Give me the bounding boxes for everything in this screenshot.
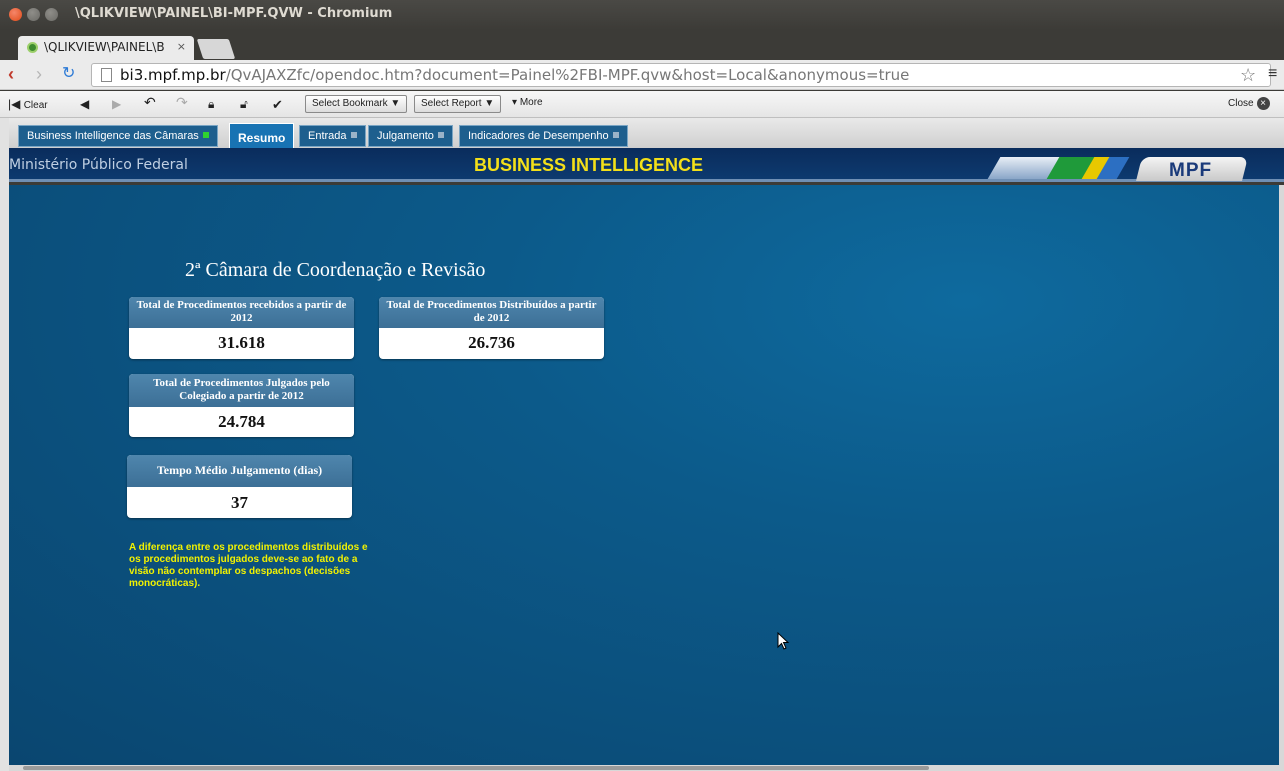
bookmark-star-icon[interactable]: ☆ xyxy=(1240,65,1256,86)
address-bar[interactable]: bi3.mpf.mp.br/QvAJAXZfc/opendoc.htm?docu… xyxy=(91,63,1271,87)
qlikview-toolbar: |◀ Clear ◀ ▶ ↶ ↷ 🔒︎ 🔓︎ ✔ Select Bookmark… xyxy=(0,91,1284,118)
kpi-value: 24.784 xyxy=(218,412,265,431)
browser-tab-title: \QLIKVIEW\PAINEL\B xyxy=(44,40,165,54)
sheet-tab-bar: Business Intelligence das Câmaras Resumo… xyxy=(9,118,1284,149)
favicon-icon xyxy=(27,42,38,53)
window-title: \QLIKVIEW\PAINEL\BI-MPF.QVW - Chromium xyxy=(75,6,393,21)
menu-icon[interactable]: ≡ xyxy=(1268,65,1277,83)
close-button[interactable]: Close × xyxy=(1228,97,1270,110)
left-margin xyxy=(0,118,9,771)
tab-entrada[interactable]: Entrada xyxy=(299,125,366,147)
kpi-label: Tempo Médio Julgamento (dias) xyxy=(127,455,352,487)
horizontal-scrollbar[interactable] xyxy=(9,765,1284,771)
more-button[interactable]: ▾ More xyxy=(512,97,543,108)
status-indicator-icon xyxy=(202,132,209,138)
browser-toolbar: ‹ › ↻ bi3.mpf.mp.br/QvAJAXZfc/opendoc.ht… xyxy=(0,60,1284,90)
more-label: More xyxy=(519,97,543,108)
kpi-value: 26.736 xyxy=(468,333,515,352)
browser-tab[interactable]: \QLIKVIEW\PAINEL\B × xyxy=(18,36,194,60)
kpi-julgados[interactable]: Total de Procedimentos Julgados pelo Col… xyxy=(129,374,354,437)
header-banner: Ministério Público Federal BUSINESS INTE… xyxy=(9,148,1284,182)
org-name: Ministério Público Federal xyxy=(9,157,188,173)
forward-selection-icon[interactable]: ▶ xyxy=(112,97,121,111)
more-chevron-icon: ▾ xyxy=(512,97,518,108)
select-bookmark-dropdown[interactable]: Select Bookmark ▼ xyxy=(305,95,408,113)
kpi-recebidos[interactable]: Total de Procedimentos recebidos a parti… xyxy=(129,297,354,359)
select-report-dropdown[interactable]: Select Report ▼ xyxy=(414,95,502,113)
select-bookmark-label: Select Bookmark xyxy=(312,98,388,109)
tab-label: Entrada xyxy=(308,130,347,142)
back-selection-icon[interactable]: ◀ xyxy=(80,97,89,111)
tab-close-icon[interactable]: × xyxy=(177,40,186,53)
page-icon xyxy=(101,68,112,82)
chevron-down-icon: ▼ xyxy=(484,98,495,109)
kpi-label: Total de Procedimentos Julgados pelo Col… xyxy=(129,374,354,407)
footnote-text: A diferença entre os procedimentos distr… xyxy=(129,542,368,589)
browser-tab-strip: \QLIKVIEW\PAINEL\B × xyxy=(0,30,1284,60)
check-icon[interactable]: ✔ xyxy=(272,97,283,113)
status-indicator-icon xyxy=(350,132,357,138)
section-heading: 2ª Câmara de Coordenação e Revisão xyxy=(185,259,486,281)
status-indicator-icon xyxy=(612,132,619,138)
undo-icon[interactable]: ↶ xyxy=(144,94,156,111)
page-title: BUSINESS INTELLIGENCE xyxy=(474,155,704,175)
tab-label: Julgamento xyxy=(377,130,434,142)
vertical-scrollbar[interactable] xyxy=(1279,185,1284,765)
tab-label: Business Intelligence das Câmaras xyxy=(27,130,199,142)
select-report-label: Select Report xyxy=(421,98,482,109)
close-label: Close xyxy=(1228,98,1254,109)
scrollbar-thumb[interactable] xyxy=(23,766,929,770)
tab-resumo[interactable]: Resumo xyxy=(229,123,295,149)
tab-business-intelligence[interactable]: Business Intelligence das Câmaras xyxy=(18,125,218,147)
mpf-logo: MPF xyxy=(1169,160,1213,181)
kpi-tempo-medio[interactable]: Tempo Médio Julgamento (dias) 37 xyxy=(127,455,352,518)
unlock-icon[interactable]: 🔓︎ xyxy=(240,97,248,112)
window-title-bar: \QLIKVIEW\PAINEL\BI-MPF.QVW - Chromium xyxy=(0,0,1284,30)
reload-icon[interactable]: ↻ xyxy=(62,65,75,83)
kpi-distribuidos[interactable]: Total de Procedimentos Distribuídos a pa… xyxy=(379,297,604,359)
clear-button[interactable]: |◀ Clear xyxy=(8,97,48,111)
chevron-down-icon: ▼ xyxy=(390,98,401,109)
forward-icon[interactable]: › xyxy=(36,65,42,83)
kpi-value: 37 xyxy=(231,493,248,512)
dashboard-sheet: 2ª Câmara de Coordenação e Revisão Total… xyxy=(9,185,1284,765)
window-minimize-button[interactable] xyxy=(27,8,40,21)
back-icon[interactable]: ‹ xyxy=(8,65,14,83)
clear-icon: |◀ xyxy=(8,97,21,111)
url-host: bi3.mpf.mp.br xyxy=(120,66,226,84)
clear-label: Clear xyxy=(23,100,48,111)
mouse-cursor-icon xyxy=(777,632,790,650)
close-icon: × xyxy=(1256,97,1270,110)
url-path: /QvAJAXZfc/opendoc.htm?document=Painel%2… xyxy=(225,66,910,84)
tab-label: Indicadores de Desempenho xyxy=(468,130,609,142)
redo-icon[interactable]: ↷ xyxy=(176,94,188,111)
kpi-value: 31.618 xyxy=(218,333,265,352)
kpi-label: Total de Procedimentos Distribuídos a pa… xyxy=(379,297,604,328)
kpi-label: Total de Procedimentos recebidos a parti… xyxy=(129,297,354,328)
window-maximize-button[interactable] xyxy=(45,8,58,21)
window-close-button[interactable] xyxy=(9,8,22,21)
new-tab-button[interactable] xyxy=(196,39,236,59)
tab-indicadores[interactable]: Indicadores de Desempenho xyxy=(459,125,628,147)
tab-julgamento[interactable]: Julgamento xyxy=(368,125,453,147)
lock-icon[interactable]: 🔒︎ xyxy=(208,97,214,112)
status-indicator-icon xyxy=(437,132,444,138)
tab-label: Resumo xyxy=(238,131,286,145)
